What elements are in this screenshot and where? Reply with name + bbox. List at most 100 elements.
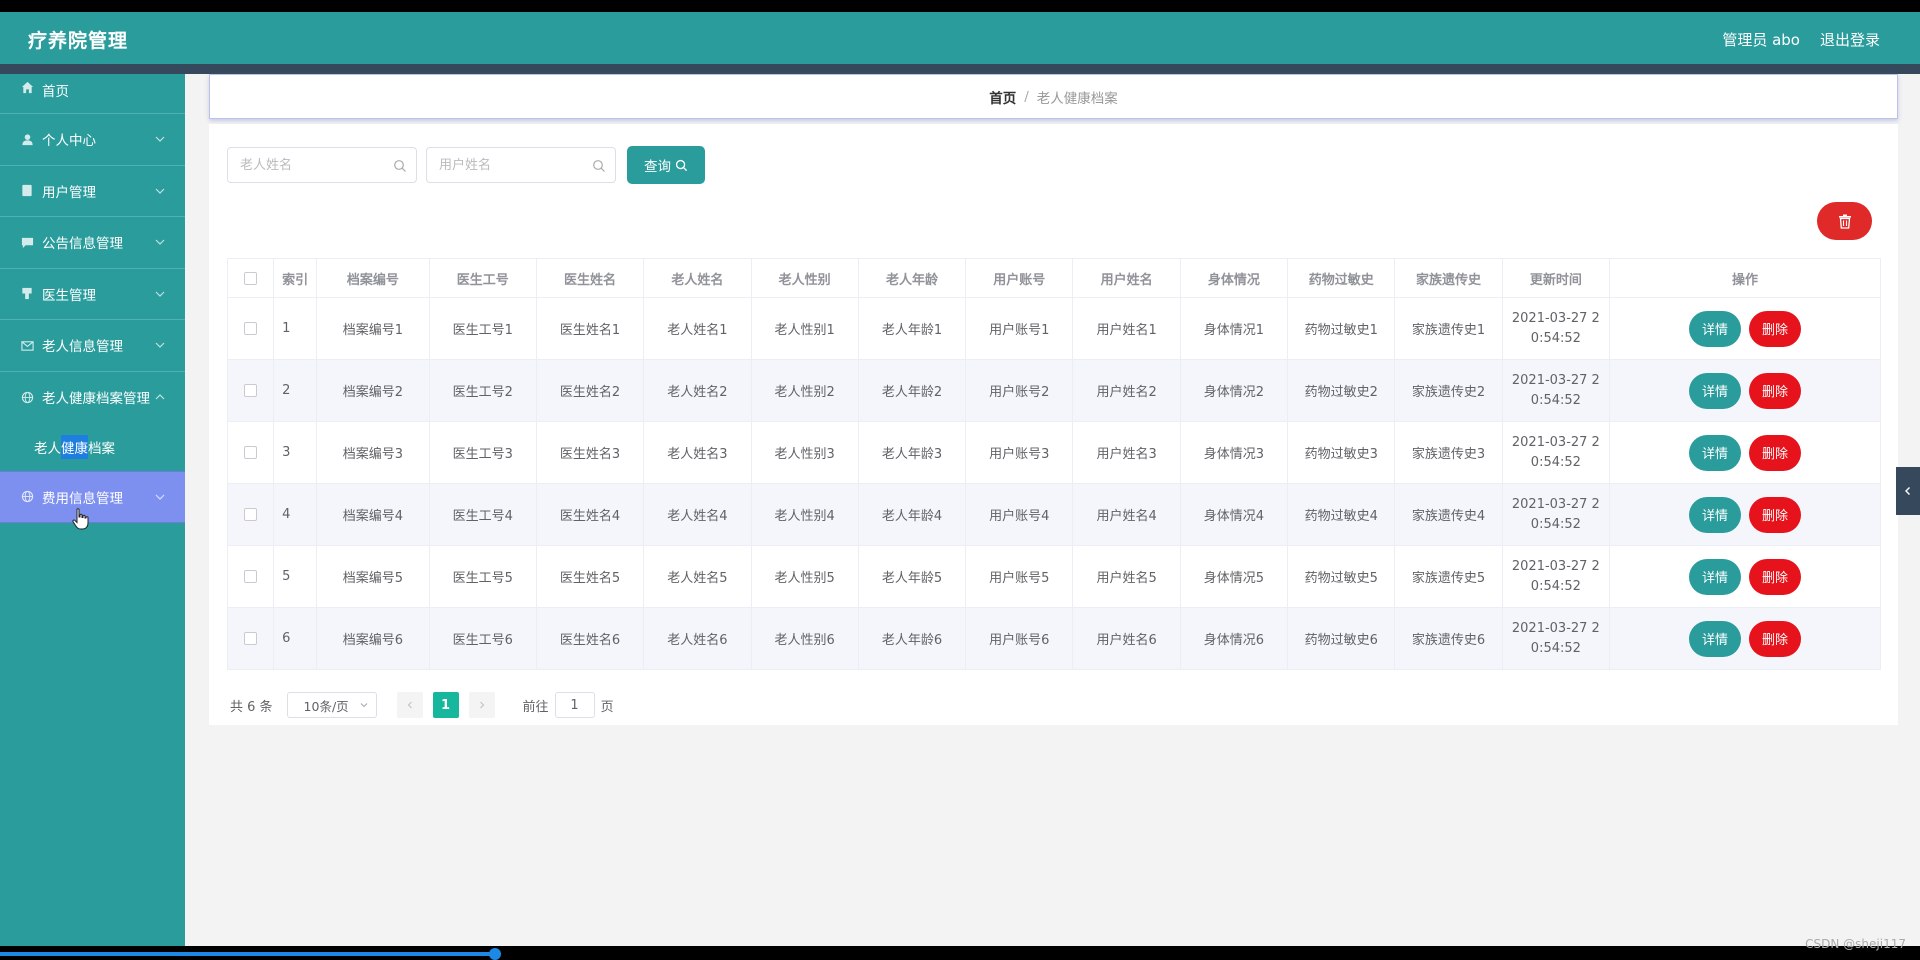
sidebar-item-label: 老人信息管理 [42, 339, 123, 356]
cell-update-time: 2021-03-27 2 0:54:52 [1501, 607, 1611, 670]
sidebar-item-doctor-management[interactable]: 医生管理 [0, 269, 185, 320]
sidebar-subitem-elder-health-archive[interactable]: 老人 健康 档案 [0, 423, 185, 471]
cell-user-name: 用户姓名2 [1072, 359, 1181, 422]
delete-button[interactable]: 删除 [1749, 310, 1801, 347]
next-page-button[interactable] [468, 692, 495, 718]
table-row: 3 档案编号3 医生工号3 医生姓名3 老人姓名3 老人性别3 老人年龄3 用户… [226, 421, 1881, 484]
cell-elder-name: 老人姓名5 [643, 545, 752, 608]
cell-doctor-id: 医生工号4 [428, 483, 537, 546]
sidebar-item-label: 老人健康档案管理 [42, 391, 150, 408]
query-button[interactable]: 查询 [627, 146, 705, 184]
row-select-cell [226, 483, 275, 546]
page-number-button[interactable]: 1 [432, 692, 459, 718]
sidebar-item-personal-center[interactable]: 个人中心 [0, 114, 185, 166]
search-icon [394, 160, 406, 172]
column-header: 医生工号 [428, 258, 537, 298]
sidebar-item-fee-info-management[interactable]: 费用信息管理 [0, 471, 185, 523]
cell-user-account: 用户账号3 [965, 421, 1074, 484]
trash-icon [1838, 214, 1851, 229]
time-line-1: 2021-03-27 2 [1511, 558, 1600, 574]
chevron-down-icon [155, 291, 165, 297]
cell-archive-no: 档案编号5 [316, 545, 430, 608]
page-size-select[interactable]: 10条/页 [286, 692, 377, 718]
batch-delete-button[interactable] [1817, 202, 1872, 240]
breadcrumb: 首页 / 老人健康档案 [209, 74, 1898, 119]
column-header: 用户姓名 [1072, 258, 1181, 298]
sidebar-item-home[interactable]: 首页 [0, 74, 185, 114]
row-select-cell [226, 297, 275, 360]
chevron-right-icon [479, 701, 484, 709]
detail-button[interactable]: 详情 [1689, 558, 1741, 595]
row-select-cell [226, 607, 275, 670]
detail-button[interactable]: 详情 [1689, 496, 1741, 533]
chevron-down-icon [155, 342, 165, 349]
tag-icon [20, 287, 34, 301]
time-line-1: 2021-03-27 2 [1511, 496, 1600, 512]
cell-actions: 详情 删除 [1609, 607, 1881, 670]
delete-button[interactable]: 删除 [1749, 620, 1801, 657]
cell-doctor-id: 医生工号6 [428, 607, 537, 670]
detail-button[interactable]: 详情 [1689, 620, 1741, 657]
sidebar-item-notice-management[interactable]: 公告信息管理 [0, 217, 185, 269]
delete-button[interactable]: 删除 [1749, 434, 1801, 471]
row-checkbox[interactable] [244, 446, 258, 459]
cell-allergy: 药物过敏史3 [1287, 421, 1396, 484]
sidebar-item-user-management[interactable]: 用户管理 [0, 166, 185, 217]
detail-button[interactable]: 详情 [1689, 434, 1741, 471]
delete-button[interactable]: 删除 [1749, 496, 1801, 533]
cell-elder-age: 老人年龄6 [857, 607, 967, 670]
cell-archive-no: 档案编号1 [316, 297, 430, 360]
sidebar-item-elder-info-management[interactable]: 老人信息管理 [0, 320, 185, 372]
cell-elder-name: 老人姓名3 [643, 421, 752, 484]
breadcrumb-home[interactable]: 首页 [989, 87, 1016, 107]
cell-heredity: 家族遗传史4 [1394, 483, 1503, 546]
subitem-label-after: 档案 [88, 441, 115, 457]
sidebar-item-label: 公告信息管理 [42, 236, 123, 253]
column-header: 老人姓名 [643, 258, 752, 298]
app-title: 疗养院管理 [28, 30, 129, 52]
prev-page-button[interactable] [396, 692, 423, 718]
cell-heredity: 家族遗传史6 [1394, 607, 1503, 670]
cell-update-time: 2021-03-27 2 0:54:52 [1501, 545, 1611, 608]
column-header: 身体情况 [1179, 258, 1289, 298]
cell-index: 5 [273, 545, 318, 608]
chevron-down-icon [155, 494, 165, 500]
logout-button[interactable]: 退出登录 [1820, 29, 1880, 50]
cell-elder-gender: 老人性别6 [750, 607, 859, 670]
elder-name-input[interactable] [228, 148, 378, 182]
goto-page-input[interactable] [554, 692, 595, 718]
row-checkbox[interactable] [244, 570, 258, 583]
chevron-down-icon [155, 239, 165, 246]
search-icon [593, 160, 605, 172]
time-line-2: 0:54:52 [1530, 516, 1581, 532]
select-all-checkbox[interactable] [244, 271, 258, 285]
cell-elder-name: 老人姓名4 [643, 483, 752, 546]
table-row: 4 档案编号4 医生工号4 医生姓名4 老人姓名4 老人性别4 老人年龄4 用户… [226, 483, 1881, 546]
delete-button[interactable]: 删除 [1749, 372, 1801, 409]
column-header: 医生姓名 [535, 258, 645, 298]
detail-button[interactable]: 详情 [1689, 372, 1741, 409]
video-progress-handle[interactable] [489, 948, 501, 960]
cell-allergy: 药物过敏史6 [1287, 607, 1396, 670]
row-checkbox[interactable] [244, 632, 258, 645]
cell-elder-gender: 老人性别5 [750, 545, 859, 608]
cell-body: 身体情况6 [1179, 607, 1289, 670]
cell-index: 3 [273, 421, 318, 484]
detail-button[interactable]: 详情 [1689, 310, 1741, 347]
user-name-input[interactable] [427, 148, 577, 182]
globe-icon [20, 390, 34, 404]
cell-archive-no: 档案编号2 [316, 359, 430, 422]
cell-index: 2 [273, 359, 318, 422]
video-progress-bar[interactable] [0, 952, 494, 956]
delete-button[interactable]: 删除 [1749, 558, 1801, 595]
row-checkbox[interactable] [244, 508, 258, 521]
row-checkbox[interactable] [244, 384, 258, 397]
subitem-label-before: 老人 [34, 441, 61, 457]
side-panel-toggle[interactable] [1896, 467, 1920, 515]
cell-update-time: 2021-03-27 2 0:54:52 [1501, 297, 1611, 360]
sidebar-item-elder-health-archive-management[interactable]: 老人健康档案管理 [0, 372, 185, 424]
top-subbar [0, 64, 1920, 74]
row-checkbox[interactable] [244, 322, 258, 335]
cell-body: 身体情况4 [1179, 483, 1289, 546]
cell-archive-no: 档案编号6 [316, 607, 430, 670]
